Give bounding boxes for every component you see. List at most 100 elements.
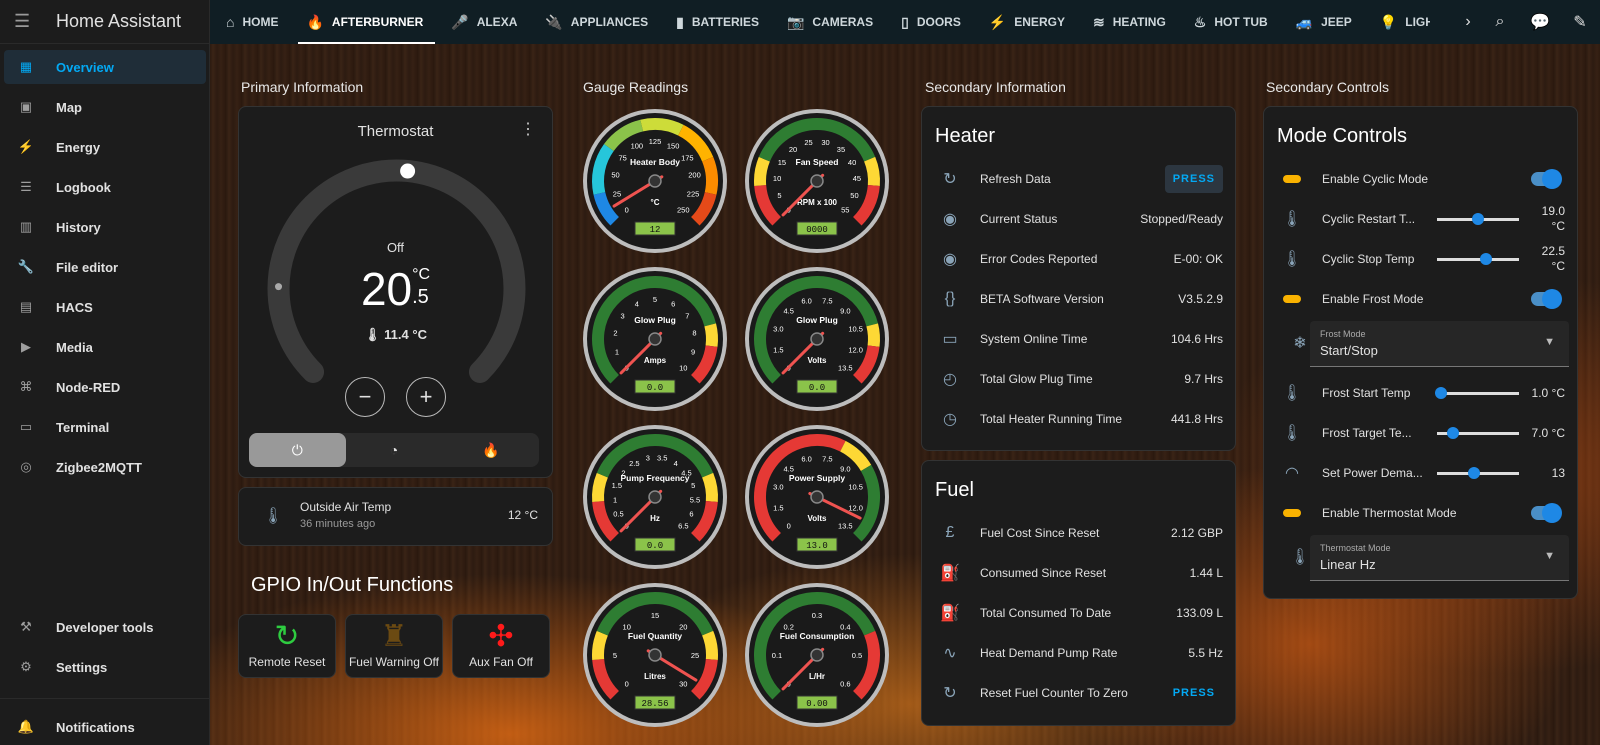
row-name: Total Heater Running Time xyxy=(980,412,1123,426)
tab-home[interactable]: ⌂ HOME xyxy=(210,0,290,44)
sidebar-item-file-editor[interactable]: 🔧 File editor xyxy=(4,250,206,284)
gauge-band xyxy=(702,472,718,502)
row-total-consumed-to-date: ⛽ Total Consumed To Date 133.09 L xyxy=(934,593,1223,633)
gauge-title: Fan Speed xyxy=(796,157,839,167)
gpio-button-label: Fuel Warning Off xyxy=(348,655,440,669)
sidebar-item-developer-tools[interactable]: ⚒ Developer tools xyxy=(4,610,206,644)
row-value: 104.6 Hrs xyxy=(1170,332,1223,346)
sidebar-item-map[interactable]: ▣ Map xyxy=(4,90,206,124)
gauge-band xyxy=(592,630,608,660)
tab-hot-tub[interactable]: ♨ HOT TUB xyxy=(1178,0,1280,44)
tab-label: HOME xyxy=(242,15,279,29)
heater-card: Heater ↻ Refresh Data PRESS ◉ Current Status… xyxy=(921,106,1236,451)
gauge-tick-label: 5 xyxy=(653,295,657,304)
menu-icon[interactable]: ☰ xyxy=(14,11,42,32)
toggle-switch[interactable] xyxy=(1531,289,1562,309)
more-options-icon[interactable]: ⋮ xyxy=(520,119,536,139)
gauge-hub xyxy=(648,174,662,188)
sidebar-item-zigbee2mqtt[interactable]: ◎ Zigbee2MQTT xyxy=(4,450,206,484)
map-icon: ▣ xyxy=(19,99,33,114)
select-frost-mode[interactable]: Frost Mode Start/Stop ▼ xyxy=(1310,321,1569,367)
dropdown-arrow-icon: ▼ xyxy=(1544,336,1555,348)
slider-handle[interactable] xyxy=(1447,426,1460,439)
slider[interactable] xyxy=(1437,212,1519,225)
power-off-button[interactable]: ⏻ xyxy=(249,433,346,467)
sidebar-item-hacs[interactable]: ▤ HACS xyxy=(4,290,206,324)
heat-mode-button[interactable]: 🔥 xyxy=(442,433,539,467)
gauge-value: 0.0 xyxy=(809,383,825,393)
sidebar-item-media[interactable]: ▶ Media xyxy=(4,330,206,364)
tab-alexa[interactable]: 🎤 ALEXA xyxy=(435,0,529,44)
tab-heating[interactable]: ≋ HEATING xyxy=(1077,0,1178,44)
row-reset-fuel-counter-to-zero[interactable]: ↻ Reset Fuel Counter To Zero PRESS xyxy=(934,673,1223,713)
slider-handle[interactable] xyxy=(1435,386,1448,399)
press-button[interactable]: PRESS xyxy=(1165,679,1223,707)
tab-doors[interactable]: ▯ DOORS xyxy=(885,0,973,44)
auto-mode-button[interactable]: ◔ xyxy=(346,433,443,467)
slider[interactable] xyxy=(1435,386,1519,399)
press-button[interactable]: PRESS xyxy=(1164,165,1223,193)
sidebar-item-energy[interactable]: ⚡ Energy xyxy=(4,130,206,164)
sine-icon: ∿ xyxy=(943,645,957,662)
tab-lighting[interactable]: 💡 LIGHTING xyxy=(1364,0,1430,44)
decrease-button[interactable]: − xyxy=(345,377,385,417)
slider[interactable] xyxy=(1437,426,1519,439)
gpio-button-remote-reset[interactable]: ↻ Remote Reset xyxy=(238,614,336,678)
gpio-button-fuel-warning-off[interactable]: ♜ Fuel Warning Off xyxy=(345,614,443,678)
tab-label: BATTERIES xyxy=(691,15,759,29)
slider[interactable] xyxy=(1437,252,1519,265)
gauge-tick-label: 0.1 xyxy=(772,651,782,660)
tab-jeep[interactable]: 🚙 JEEP xyxy=(1280,0,1364,44)
sidebar-header: ☰ Home Assistant xyxy=(0,0,209,44)
current-temperature: 🌡 11.4 °C xyxy=(239,327,552,343)
gauge-hub xyxy=(648,332,662,346)
gauge-hub xyxy=(810,648,824,662)
slider-handle[interactable] xyxy=(1467,466,1480,479)
gauge-tick-label: 0.5 xyxy=(852,651,862,660)
assist-icon[interactable]: 💬 xyxy=(1520,12,1560,32)
sidebar-item-overview[interactable]: ▦ Overview xyxy=(4,50,206,84)
outside-air-card[interactable]: 🌡 Outside Air Temp 36 minutes ago 12 °C xyxy=(238,487,553,546)
gauge-tick-label: 3 xyxy=(646,454,650,463)
gauge-power-supply-volts: 01.53.04.56.0 7.59.010.512.013.5Power Sup… xyxy=(745,425,889,569)
gauge-tick-label: 0.6 xyxy=(840,679,850,688)
wrench-icon: 🔧 xyxy=(17,259,35,274)
row-enable-thermostat-mode: Enable Thermostat Mode xyxy=(1276,493,1565,533)
gpio-button-aux-fan-off[interactable]: ✣ Aux Fan Off xyxy=(452,614,550,678)
slider[interactable] xyxy=(1437,466,1519,479)
row-value: Stopped/Ready xyxy=(1140,212,1223,226)
row-value: 2.12 GBP xyxy=(1170,526,1223,540)
sidebar-item-terminal[interactable]: ▭ Terminal xyxy=(4,410,206,444)
sidebar-item-history[interactable]: ▥ History xyxy=(4,210,206,244)
row-refresh-data[interactable]: ↻ Refresh Data PRESS xyxy=(934,159,1223,199)
sidebar-item-node-red[interactable]: ⌘ Node-RED xyxy=(4,370,206,404)
speedometer-icon: ◠ xyxy=(1285,465,1299,482)
row-enable-cyclic-mode: Enable Cyclic Mode xyxy=(1276,159,1565,199)
increase-button[interactable]: + xyxy=(406,377,446,417)
thermometer-minus-icon: 🌡 xyxy=(1281,385,1303,402)
tab-label: ALEXA xyxy=(476,15,518,29)
sidebar-item-notifications[interactable]: 🔔 Notifications xyxy=(4,710,206,744)
chevron-right-icon[interactable]: › xyxy=(1456,13,1480,31)
gauge-tick-label: 50 xyxy=(611,171,619,180)
search-icon[interactable]: ⌕ xyxy=(1480,13,1520,31)
row-value: 1.0 °C xyxy=(1531,385,1565,400)
sidebar-item-settings[interactable]: ⚙ Settings xyxy=(4,650,206,684)
tab-energy[interactable]: ⚡ ENERGY xyxy=(973,0,1077,44)
gauge-tick-label: 125 xyxy=(649,137,662,146)
tab-appliances[interactable]: 🔌 APPLIANCES xyxy=(529,0,660,44)
toggle-switch[interactable] xyxy=(1531,503,1562,523)
tab-batteries[interactable]: ▮ BATTERIES xyxy=(660,0,771,44)
tab-afterburner[interactable]: 🔥 AFTERBURNER xyxy=(290,0,436,44)
slider-handle[interactable] xyxy=(1472,212,1484,225)
dashboard-tabs: ⌂ HOME 🔥 AFTERBURNER 🎤 ALEXA 🔌 APPLIANCES ▮ BATTE… xyxy=(210,0,1600,44)
select-thermostat-mode[interactable]: Thermostat Mode Linear Hz ▼ xyxy=(1310,535,1569,581)
row-system-online-time: ▭ System Online Time 104.6 Hrs xyxy=(934,319,1223,359)
sidebar-item-logbook[interactable]: ☰ Logbook xyxy=(4,170,206,204)
toggle-switch[interactable] xyxy=(1531,169,1562,189)
tab-cameras[interactable]: 📷 CAMERAS xyxy=(771,0,885,44)
gauge-tick-label: 20 xyxy=(789,145,797,154)
slider-handle[interactable] xyxy=(1480,252,1493,265)
fuel-can-icon: ⛽ xyxy=(940,605,960,622)
edit-icon[interactable]: ✎ xyxy=(1560,12,1600,32)
